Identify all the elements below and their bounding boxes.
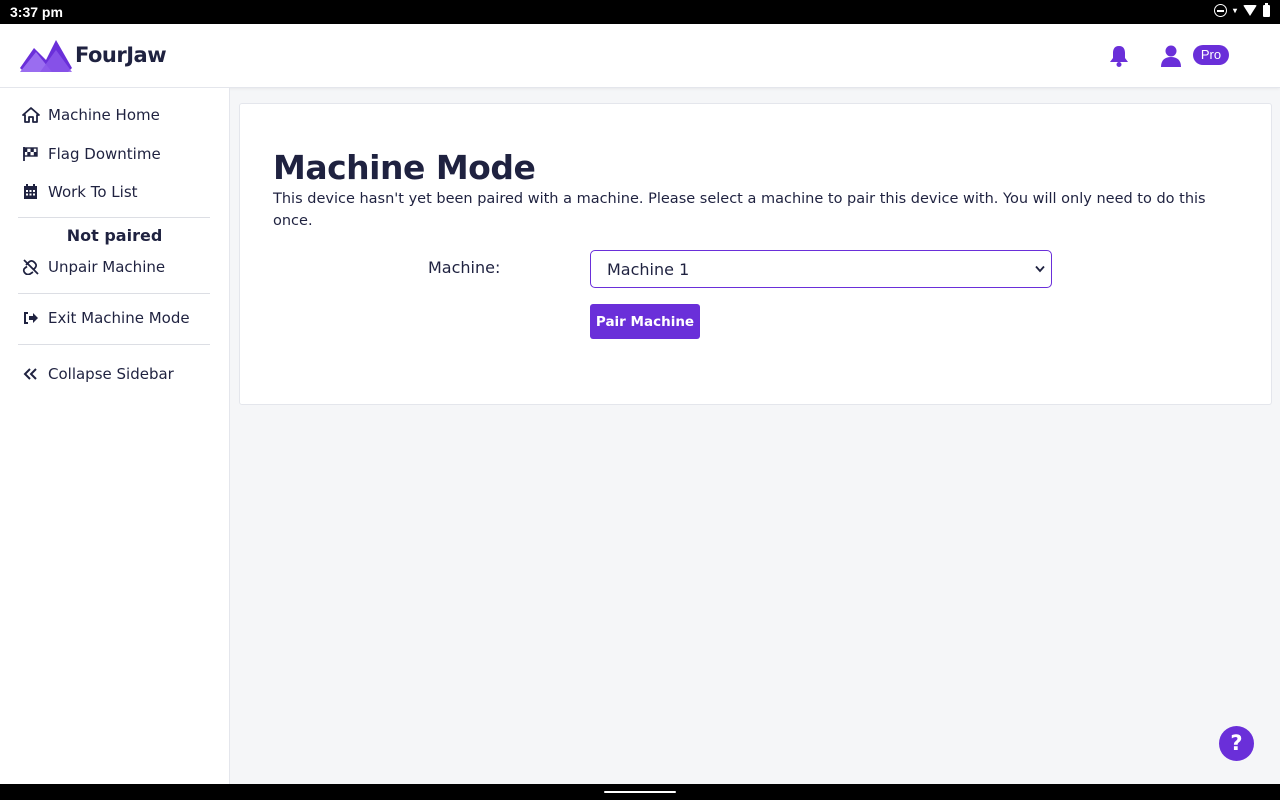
page-title: Machine Mode	[273, 148, 536, 187]
sidebar-item-flag-downtime[interactable]: Flag Downtime	[22, 145, 161, 163]
chevron-down-icon	[1035, 265, 1045, 273]
pairing-status: Not paired	[66, 226, 163, 245]
sidebar-item-label: Machine Home	[48, 106, 160, 124]
sidebar: Machine Home Flag Downtime Work To List …	[0, 88, 230, 784]
home-gesture-handle[interactable]	[604, 791, 676, 793]
pair-machine-button[interactable]: Pair Machine	[590, 304, 700, 339]
sidebar-item-machine-home[interactable]: Machine Home	[22, 106, 160, 124]
top-header: FourJaw	[0, 24, 1280, 88]
sidebar-item-unpair-machine[interactable]: Unpair Machine	[22, 258, 165, 276]
do-not-disturb-icon	[1213, 4, 1227, 17]
checkered-flag-icon	[23, 147, 38, 161]
pro-badge: Pro	[1193, 45, 1229, 65]
sidebar-item-label: Flag Downtime	[48, 145, 161, 163]
sidebar-item-label: Exit Machine Mode	[48, 309, 190, 327]
sidebar-item-exit-machine-mode[interactable]: Exit Machine Mode	[22, 309, 190, 327]
sign-out-icon	[24, 312, 38, 324]
home-icon	[22, 107, 40, 123]
double-chevron-left-icon	[23, 368, 37, 380]
signal-icon: ▾	[1232, 6, 1237, 15]
sidebar-item-label: Work To List	[48, 183, 138, 201]
sidebar-item-label: Collapse Sidebar	[48, 365, 174, 383]
sidebar-divider	[18, 293, 210, 294]
system-icons: ▾	[1213, 2, 1270, 17]
unlink-icon	[22, 259, 39, 275]
machine-field-label: Machine:	[428, 258, 501, 277]
mountain-logo-icon	[20, 40, 72, 72]
pairing-description: This device hasn't yet been paired with …	[273, 191, 1206, 229]
machine-select-value: Machine 1	[607, 259, 690, 279]
help-button[interactable]: ?	[1219, 726, 1254, 761]
system-status-bar: 3:37 pm ▾	[0, 0, 1280, 24]
brand-logo[interactable]: FourJaw	[20, 38, 167, 72]
calendar-icon	[24, 184, 37, 199]
sidebar-item-collapse-sidebar[interactable]: Collapse Sidebar	[22, 365, 174, 383]
brand-name: FourJaw	[75, 43, 167, 67]
machine-select[interactable]: Machine 1	[590, 250, 1052, 288]
bell-icon[interactable]	[1108, 44, 1130, 68]
sidebar-divider	[18, 217, 210, 218]
user-icon[interactable]	[1160, 44, 1182, 68]
sidebar-divider	[18, 344, 210, 345]
sidebar-item-work-to-list[interactable]: Work To List	[22, 183, 138, 201]
clock: 3:37 pm	[10, 4, 63, 20]
battery-icon	[1263, 2, 1270, 17]
wifi-icon	[1243, 5, 1257, 16]
machine-mode-card: Machine Mode This device hasn't yet been…	[239, 103, 1272, 405]
sidebar-item-label: Unpair Machine	[48, 258, 166, 276]
